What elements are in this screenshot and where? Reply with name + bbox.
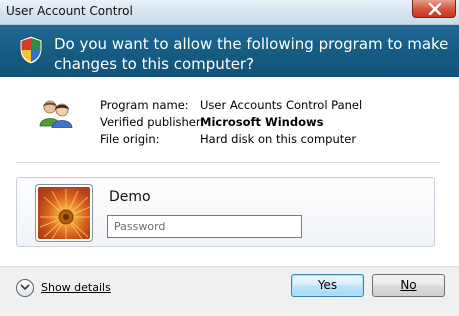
orange-flower-picture-icon [38, 187, 90, 239]
file-origin-label: File origin: [100, 132, 160, 146]
yes-button-label: Yes [317, 278, 338, 292]
program-name-label: Program name: [100, 98, 189, 112]
shield-icon [19, 35, 43, 65]
avatar [35, 184, 93, 242]
program-name-value: User Accounts Control Panel [200, 98, 363, 112]
username: Demo [109, 189, 151, 205]
title-bar: User Account Control [0, 0, 459, 25]
user-accounts-icon [39, 100, 73, 128]
file-origin-value: Hard disk on this computer [200, 132, 357, 146]
yes-button[interactable]: Yes [291, 274, 364, 297]
uac-header: Do you want to allow the following progr… [0, 25, 459, 77]
window-title: User Account Control [6, 4, 133, 18]
uac-question: Do you want to allow the following progr… [54, 35, 449, 73]
close-icon [428, 3, 442, 15]
no-button[interactable]: No [372, 274, 445, 297]
chevron-down-icon[interactable] [16, 279, 34, 297]
no-button-label: No [400, 278, 417, 292]
publisher-value: Microsoft Windows [200, 115, 324, 129]
publisher-label: Verified publisher: [100, 115, 205, 129]
show-details-link[interactable]: Show details [41, 281, 111, 294]
divider [16, 162, 440, 163]
close-button[interactable] [412, 0, 456, 18]
password-field[interactable]: Password [107, 215, 302, 238]
